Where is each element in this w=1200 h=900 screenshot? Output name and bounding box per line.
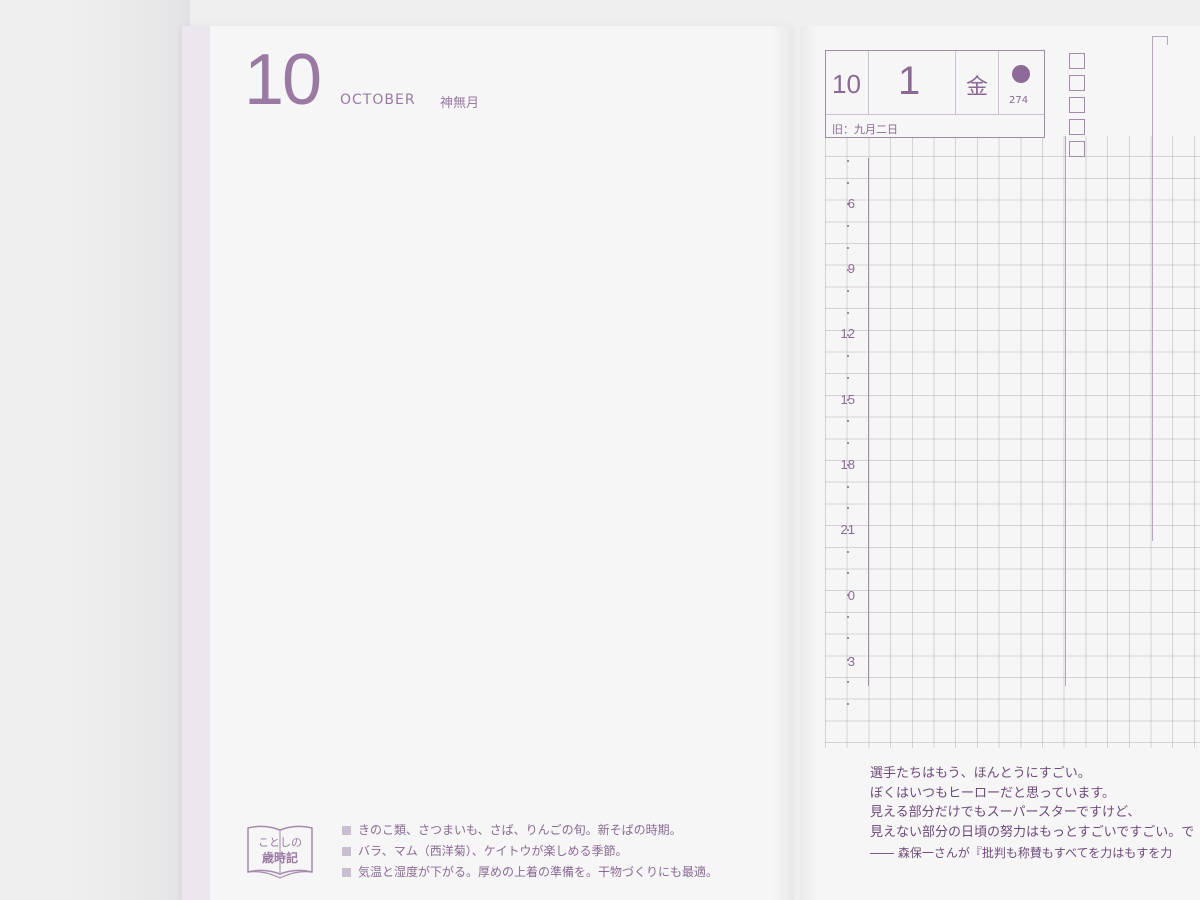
daily-quote: 選手たちはもう、ほんとうにすごい。 ぼくはいつもヒーローだと思っています。 見え… [870,764,1194,842]
almanac-item-text: バラ、マム（西洋菊）、ケイトウが楽しめる季節。 [358,844,628,858]
almanac-item-text: きのこ類、さつまいも、さば、りんごの旬。新そばの時期。 [358,823,682,837]
divider [955,51,956,114]
open-book-icon: ことしの 歳時記 [244,824,316,880]
hour-tick-dot [847,268,849,271]
hour-tick-dot [847,311,849,314]
almanac-label-top: ことしの [258,836,302,849]
bullet-square-icon [342,847,351,856]
background-shadow [70,0,190,900]
hour-tick-dot [847,528,849,531]
day-of-year: 274 [1009,95,1029,106]
quote-line: ぼくはいつもヒーローだと思っています。 [870,785,1116,801]
list-item: 気温と湿度が下がる。厚めの上着の準備を。干物づくりにも最適。 [342,862,718,883]
todo-checkbox[interactable] [1069,75,1085,91]
page-edge-tint [182,26,210,900]
month-english-name: OCTOBER [340,92,416,108]
hour-tick-dot [847,398,849,401]
divider [826,114,1044,115]
moon-phase-icon [1012,65,1030,83]
quote-line: 見える部分だけでもスーパースターですけど、 [870,805,1141,820]
page-gutter [770,26,794,900]
hour-label: 6 [847,196,855,211]
bullet-square-icon [342,826,351,835]
quote-line: 見えない部分の日頃の努力はもっとすごいですごい。で [870,824,1195,840]
timeline-line [868,158,869,686]
todo-checkbox[interactable] [1069,119,1085,135]
todo-checkbox[interactable] [1069,141,1085,157]
hour-tick-dot [847,550,849,553]
hour-tick-dot [847,246,849,249]
hour-label: 3 [847,654,855,669]
hour-tick-dot [847,463,849,466]
right-page-daily: 10 1 金 274 旧：九月二日 6 9 12 15 18 21 0 3 選手… [800,26,1200,900]
date-weekday: 金 [966,75,989,100]
almanac-label-bottom: 歳時記 [261,851,298,865]
date-header-box: 10 1 金 274 旧：九月二日 [825,50,1045,138]
page-gutter [800,26,818,900]
hour-tick-dot [847,615,849,618]
hour-tick-dot [847,594,849,596]
old-calendar-date: 旧：九月二日 [832,123,898,136]
date-day: 1 [898,59,921,103]
divider [868,51,869,114]
list-item: きのこ類、さつまいも、さば、りんごの旬。新そばの時期。 [342,820,718,841]
month-japanese-name: 神無月 [440,96,480,111]
hour-tick-dot [847,333,849,336]
quote-line: 選手たちはもう、ほんとうにすごい。 [870,766,1091,781]
corner-mark [1152,36,1168,45]
column-line [1152,36,1153,541]
hour-tick-dot [847,680,849,683]
divider [998,51,999,114]
hour-label: 21 [840,522,855,537]
hour-tick-dot [847,702,849,705]
hour-label: 15 [840,392,855,407]
hour-label: 0 [847,588,855,603]
list-item: バラ、マム（西洋菊）、ケイトウが楽しめる季節。 [342,841,718,862]
almanac-item-text: 気温と湿度が下がる。厚めの上着の準備を。干物づくりにも最適。 [358,865,719,879]
column-line [1065,136,1066,686]
quote-source: ―― 森保一さんが『批判も称賛もすべてを力はもすを力 [870,846,1173,860]
date-month: 10 [832,69,861,99]
hour-label: 9 [847,261,855,276]
todo-checkbox[interactable] [1069,53,1085,69]
month-number: 10 [244,40,322,120]
hour-tick-dot [847,160,849,162]
hour-tick-dot [847,485,849,488]
todo-checkbox[interactable] [1069,97,1085,113]
hour-tick-dot [847,377,849,379]
left-page-month-cover: 10 OCTOBER 神無月 ことしの 歳時記 きのこ類、さつまいも、さば、りん… [182,26,794,900]
bullet-square-icon [342,868,351,877]
hour-tick-dot [847,181,849,184]
hour-label: 18 [840,457,855,472]
hour-label: 12 [825,326,855,341]
almanac-list: きのこ類、さつまいも、さば、りんごの旬。新そばの時期。 バラ、マム（西洋菊）、ケ… [342,820,718,883]
